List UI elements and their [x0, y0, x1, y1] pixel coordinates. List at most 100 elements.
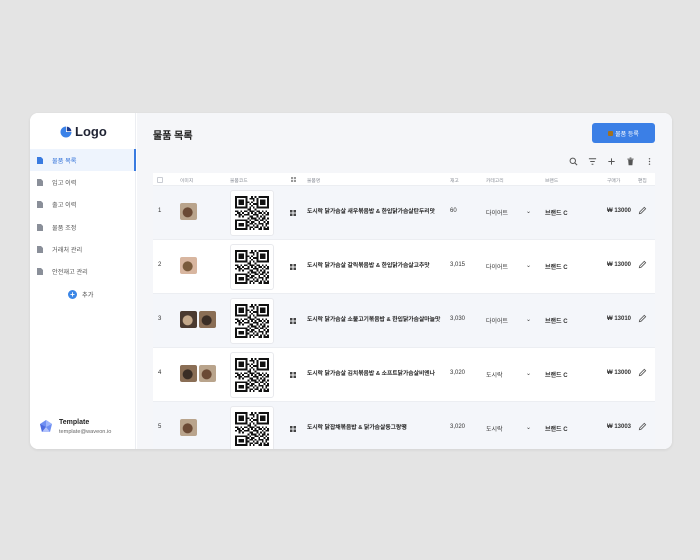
row-number: 5 [158, 424, 162, 430]
app-window: Logo 물품 목록 입고 이력 출고 이력 물품 조정 거래처 관리 안전재고… [30, 113, 672, 449]
add-row-button[interactable] [602, 155, 621, 167]
package-icon [608, 130, 614, 136]
stock-value: 60 [450, 208, 457, 214]
table-row[interactable]: 5 도시락 닭잡채볶음밥 & 닭가슴살동그랑땡 3,020 도시락 ⌄ 브랜드 C ₩ 13… [153, 402, 655, 449]
pencil-icon[interactable] [638, 314, 647, 323]
document-icon [37, 201, 43, 209]
column-header-edit: 편집 [638, 179, 647, 184]
product-thumbnail[interactable] [180, 311, 197, 328]
sidebar-item-outbound[interactable]: 출고 이력 [30, 194, 136, 216]
row-number: 4 [158, 370, 162, 376]
category-select[interactable]: 다이어트 ⌄ [486, 262, 531, 271]
grid-icon[interactable] [290, 318, 296, 324]
column-header-price: 구매가 [607, 179, 621, 184]
category-select[interactable]: 다이어트 ⌄ [486, 316, 531, 325]
category-select[interactable]: 도시락 ⌄ [486, 424, 531, 433]
chevron-down-icon: ⌄ [525, 317, 531, 323]
sidebar-item-label: 안전재고 관리 [52, 269, 88, 277]
table-toolbar [564, 155, 659, 167]
register-item-label: 물품 등록 [615, 131, 639, 138]
pencil-icon[interactable] [638, 422, 647, 431]
stock-value: 3,020 [450, 370, 466, 376]
pencil-icon[interactable] [638, 206, 647, 215]
search-icon [569, 157, 578, 165]
document-icon [37, 245, 43, 253]
column-header-stock: 재고 [450, 179, 459, 184]
sidebar-item-inbound[interactable]: 입고 이력 [30, 171, 136, 193]
sidebar-item-adjust[interactable]: 물품 조정 [30, 216, 136, 238]
thumbnail-group [180, 419, 197, 436]
grid-icon[interactable] [290, 426, 296, 432]
grid-icon[interactable] [290, 210, 296, 216]
product-thumbnail[interactable] [180, 419, 197, 436]
thumbnail-group [180, 203, 197, 220]
document-icon [37, 223, 43, 231]
price-value: ₩ 13000 [607, 208, 632, 214]
product-thumbnail[interactable] [180, 365, 197, 382]
sidebar-item-safety-stock[interactable]: 안전재고 관리 [30, 260, 136, 282]
sidebar-item-label: 물품 목록 [52, 157, 77, 165]
qr-code-icon [235, 250, 269, 284]
item-code-qr[interactable] [230, 190, 274, 236]
grid-icon[interactable] [290, 372, 296, 378]
column-header-name: 물품명 [307, 179, 321, 184]
table-row[interactable]: 1 도시락 닭가슴살 새우볶음밥 & 한입닭가슴살탄두리맛 60 다이어트 ⌄ 브랜드 C… [153, 186, 655, 240]
product-thumbnail[interactable] [199, 365, 216, 382]
pencil-icon[interactable] [638, 260, 647, 269]
logo[interactable]: Logo [60, 124, 107, 139]
pencil-icon[interactable] [638, 368, 647, 377]
sidebar-item-items[interactable]: 물품 목록 [30, 149, 136, 172]
logo-icon [60, 126, 72, 137]
product-thumbnail[interactable] [199, 311, 216, 328]
chevron-down-icon: ⌄ [525, 425, 531, 431]
grid-icon[interactable] [290, 264, 296, 270]
avatar [40, 420, 52, 432]
user-name: Template [59, 419, 90, 426]
brand-value: 브랜드 C [545, 265, 568, 271]
page-title: 물품 목록 [153, 131, 193, 142]
brand-value: 브랜드 C [545, 211, 568, 217]
document-icon [37, 178, 43, 186]
category-select[interactable]: 다이어트 ⌄ [486, 208, 531, 217]
item-code-qr[interactable] [230, 298, 274, 344]
search-button[interactable] [564, 155, 583, 167]
delete-button[interactable] [621, 155, 640, 167]
thumbnail-group [180, 365, 216, 382]
logo-text: Logo [75, 124, 107, 139]
price-value: ₩ 13000 [607, 262, 632, 268]
sidebar-item-label: 거래처 관리 [52, 246, 83, 254]
user-profile[interactable]: Template template@waveon.io [39, 419, 111, 435]
chevron-down-icon: ⌄ [525, 263, 531, 269]
thumbnail-group [180, 311, 216, 328]
item-code-qr[interactable] [230, 244, 274, 290]
trash-icon [627, 156, 634, 165]
table-row[interactable]: 3 도시락 닭가슴살 소불고기볶음밥 & 한입닭가슴살마늘맛 3,030 다이어트 ⌄ 브… [153, 294, 655, 348]
filter-button[interactable] [583, 155, 602, 167]
table-header: 이미지 물품코드 물품명 재고 카테고리 브랜드 구매가 편집 [153, 173, 655, 186]
qr-code-icon [235, 196, 269, 230]
thumbnail-group [180, 257, 197, 274]
category-value: 다이어트 [486, 211, 509, 217]
filter-icon [588, 157, 597, 165]
stock-value: 3,030 [450, 316, 466, 322]
table-row[interactable]: 4 도시락 닭가슴살 김치볶음밥 & 소프트닭가슴살비엔나 3,020 도시락 ⌄ 브랜드… [153, 348, 655, 402]
table-body: 1 도시락 닭가슴살 새우볶음밥 & 한입닭가슴살탄두리맛 60 다이어트 ⌄ 브랜드 C… [153, 186, 655, 449]
item-code-qr[interactable] [230, 352, 274, 398]
stock-value: 3,015 [450, 262, 466, 268]
product-thumbnail[interactable] [180, 257, 197, 274]
column-header-brand: 브랜드 [545, 179, 559, 184]
product-thumbnail[interactable] [180, 203, 197, 220]
row-number: 2 [158, 262, 162, 268]
item-code-qr[interactable] [230, 406, 274, 449]
category-select[interactable]: 도시락 ⌄ [486, 370, 531, 379]
table-row[interactable]: 2 도시락 닭가슴살 갈릭볶음밥 & 한입닭가슴살고추맛 3,015 다이어트 ⌄ 브랜드… [153, 240, 655, 294]
sidebar-item-vendors[interactable]: 거래처 관리 [30, 238, 136, 260]
select-all-checkbox[interactable] [157, 177, 163, 183]
add-menu-button[interactable]: + 추가 [68, 290, 93, 299]
add-label: 추가 [82, 292, 94, 299]
more-button[interactable] [640, 155, 659, 167]
brand-value: 브랜드 C [545, 373, 568, 379]
register-item-button[interactable]: 물품 등록 [592, 123, 655, 143]
sidebar-item-label: 입고 이력 [52, 179, 77, 187]
chevron-down-icon: ⌄ [525, 209, 531, 215]
